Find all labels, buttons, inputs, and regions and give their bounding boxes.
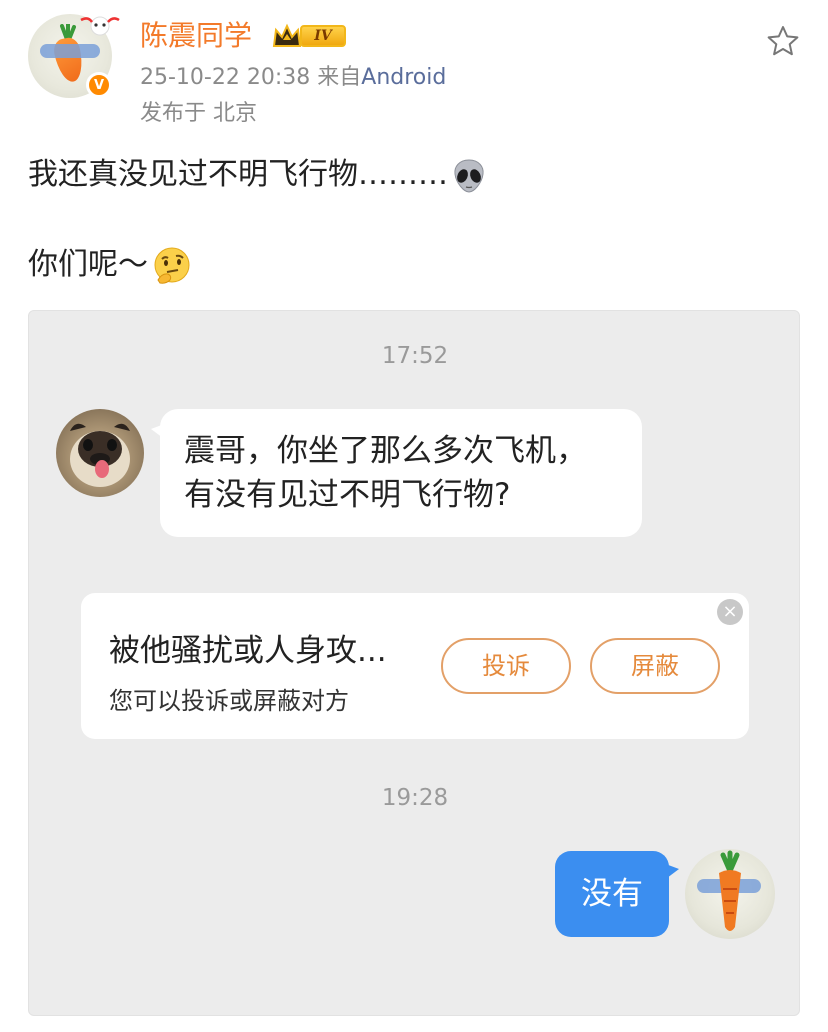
chat-timestamp: 17:52 — [381, 343, 449, 369]
incoming-message[interactable]: 震哥，你坐了那么多次飞机， 有没有见过不明飞行物? — [160, 409, 642, 537]
incoming-message-line2: 有没有见过不明飞行物? — [184, 477, 511, 513]
sticker-icon — [80, 16, 120, 36]
friend-avatar[interactable] — [56, 409, 144, 497]
thinking-emoji-icon — [154, 247, 190, 284]
self-avatar[interactable] — [685, 849, 775, 939]
vip-level-badge[interactable]: IV — [300, 25, 346, 47]
post-text-2: 你们呢～ — [28, 247, 148, 282]
vip-crown-icon[interactable] — [272, 22, 302, 50]
post-meta: 25-10-22 20:38 来自Android — [140, 64, 446, 92]
report-prompt: 被他骚扰或人身攻... 您可以投诉或屏蔽对方 投诉 屏蔽 × — [81, 593, 749, 739]
incoming-message-line1: 震哥，你坐了那么多次飞机， — [184, 433, 587, 469]
verified-badge-icon: V — [86, 72, 112, 98]
pug-image — [70, 423, 130, 487]
avatar-banner — [40, 44, 100, 58]
post-text-line1: 我还真没见过不明飞行物……… — [28, 155, 488, 195]
alien-emoji-icon — [454, 158, 484, 193]
bubble-tail-out — [663, 863, 679, 881]
post-location: 发布于 北京 — [140, 101, 257, 126]
report-title: 被他骚扰或人身攻... — [109, 633, 387, 669]
from-label: 来自 — [317, 65, 362, 90]
post-source: Android — [361, 65, 447, 90]
outgoing-message[interactable]: 没有 — [555, 851, 669, 937]
post-date: 25-10-22 20:38 — [140, 65, 311, 90]
post-text-line2: 你们呢～ — [28, 245, 192, 286]
report-description: 您可以投诉或屏蔽对方 — [109, 687, 349, 715]
report-button[interactable]: 投诉 — [441, 638, 571, 694]
carrot-avatar-image — [697, 850, 761, 931]
close-icon[interactable]: × — [717, 599, 743, 625]
block-button[interactable]: 屏蔽 — [590, 638, 720, 694]
author-name[interactable]: 陈震同学 — [140, 18, 252, 54]
star-outline-icon[interactable] — [766, 24, 800, 58]
chat-timestamp-2: 19:28 — [381, 785, 449, 811]
post-text-1: 我还真没见过不明飞行物……… — [28, 157, 448, 192]
chat-screenshot[interactable]: 17:52 震哥，你坐了那么多次飞机， 有没有见过不明飞行物? 被他骚扰或人身攻… — [28, 310, 800, 1016]
